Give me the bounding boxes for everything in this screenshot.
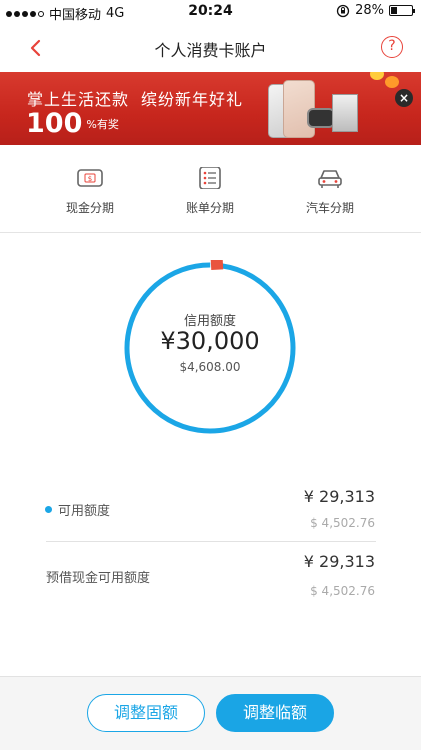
available-dot-icon [45,506,52,513]
cash-advance-usd: $ 4,502.76 [310,584,375,598]
used-ring-segment [210,260,224,270]
rotation-lock-icon [336,4,350,17]
watch-image [307,108,335,128]
adjust-fixed-limit-button[interactable]: 调整固额 [87,694,205,732]
cash-advance-label: 预借现金可用额度 [46,571,151,586]
action-footer: 调整固额 调整临额 [0,676,421,750]
credit-limit-usd: $4,608.00 [179,360,241,374]
nav-bar: 个人消费卡账户 ? [0,24,421,72]
bill-list-icon [199,167,221,189]
appliance-image [332,94,358,132]
category-bill-installment[interactable]: 账单分期 [140,145,280,233]
banner-text-b: 缤纷新年好礼 [141,90,244,109]
banner-text-a: 掌上生活还款 [27,90,130,109]
banner-percent-suffix: %有奖 [86,117,119,131]
category-car-installment[interactable]: 汽车分期 [260,145,400,233]
category-cash-installment[interactable]: $ 现金分期 [20,145,160,233]
status-bar: 中国移动 4G 20:24 28% [0,0,421,24]
category-label: 现金分期 [65,201,114,215]
cash-glyph: $ [88,175,92,183]
category-label: 汽车分期 [305,201,354,215]
lantern-decoration [370,72,384,80]
page-title: 个人消费卡账户 [154,41,267,60]
available-limit-label: 可用额度 [58,504,111,519]
banner-percent-number: 100 [26,108,83,139]
battery-percent: 28% [355,3,384,18]
banner-close-icon[interactable]: × [395,89,413,107]
promo-banner[interactable]: 掌上生活还款 缤纷新年好礼 100 %有奖 × [0,72,421,145]
available-limit-usd: $ 4,502.76 [310,516,375,530]
category-label: 账单分期 [185,201,234,215]
battery-icon [389,5,415,16]
available-limit-value: ¥ 29,313 [303,487,375,506]
cash-advance-value: ¥ 29,313 [303,552,375,571]
credit-limit-amount: ¥30,000 [160,327,260,355]
cash-card-icon: $ [77,169,103,187]
row-divider [46,541,376,542]
lantern-decoration [385,76,399,88]
installment-categories: $ 现金分期 账单分期 汽车分期 [0,145,421,233]
car-icon [318,170,342,188]
help-icon[interactable]: ? [381,36,403,58]
status-right: 28% [336,3,415,18]
banner-percent: 100 %有奖 [26,108,119,139]
banner-headline: 掌上生活还款 缤纷新年好礼 [27,86,243,110]
adjust-temp-limit-button[interactable]: 调整临额 [216,694,334,732]
